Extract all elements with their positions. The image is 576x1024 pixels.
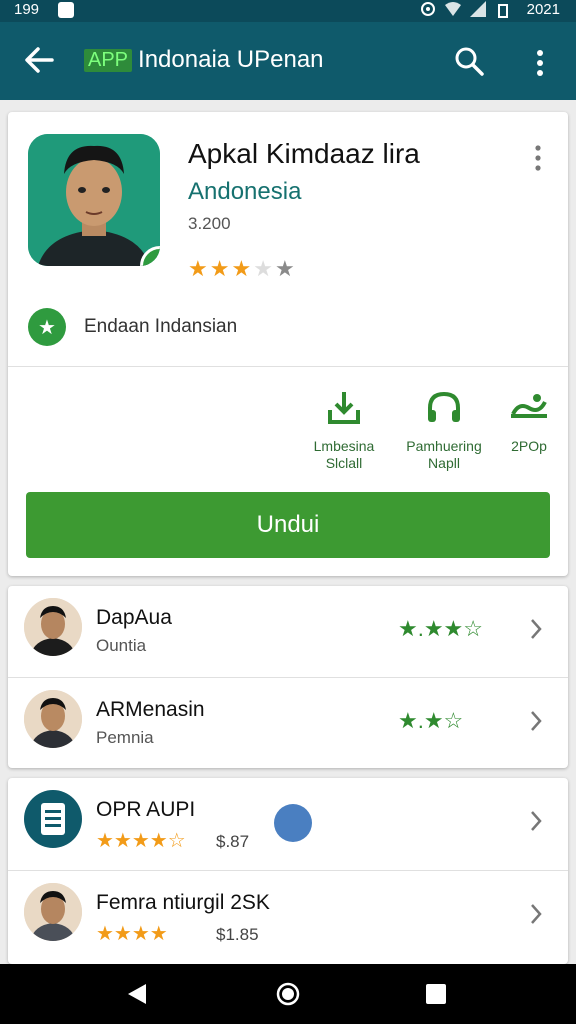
back-arrow-icon[interactable]: [22, 40, 56, 80]
wifi-icon: [445, 2, 461, 16]
document-glyph-icon: [41, 803, 65, 835]
star-icon: ★: [231, 256, 252, 281]
list-item-subtitle: Ountia: [96, 636, 147, 655]
list-item-title: Femra ntiurgil 2SK: [96, 891, 270, 914]
list-item-rating: ★.★☆: [398, 708, 464, 733]
signal-icon: [470, 1, 486, 17]
list-item-title: OPR AUPI: [96, 798, 196, 821]
app-bar: APP Indonaia UPenan: [0, 22, 576, 100]
list-item[interactable]: Femra ntiurgil 2SK ★★★★ $1.85: [8, 870, 568, 960]
list-item-rating: ★★★★: [96, 923, 168, 945]
app-thumbnail-icon: [274, 804, 312, 842]
sync-icon: [421, 2, 435, 16]
category-row[interactable]: ★ Endaan Indansian: [28, 308, 237, 346]
star-badge-icon: ★: [28, 308, 66, 346]
battery-icon: [498, 4, 508, 18]
app-bar-title: APP Indonaia UPenan: [84, 46, 324, 74]
star-empty-icon: ★: [274, 256, 295, 281]
sync-link-icon: [511, 394, 547, 418]
app-rating-stars: ★ ★ ★ ★ ★: [188, 256, 295, 282]
list-item-price: $1.85: [216, 925, 259, 944]
system-nav-bar: [0, 964, 576, 1024]
star-empty-icon: ★: [253, 256, 273, 281]
status-bar: 199 2021: [0, 0, 576, 22]
chevron-right-icon: [531, 811, 542, 831]
nav-home-icon[interactable]: [276, 982, 300, 1006]
nav-back-icon[interactable]: [126, 982, 148, 1006]
chevron-right-icon: [531, 904, 542, 924]
list-item-title: ARMenasin: [96, 698, 205, 721]
status-time: 199: [14, 1, 40, 18]
feature-label-line1: 2POp: [511, 438, 547, 454]
list-item-rating: ★.★★☆: [398, 616, 484, 641]
list-item[interactable]: ARMenasin Pemnia ★.★☆: [8, 677, 568, 767]
more-vert-icon[interactable]: [528, 46, 552, 80]
star-icon: ★: [188, 256, 208, 281]
list-item-subtitle: Pemnia: [96, 728, 154, 747]
status-icons: [420, 1, 486, 17]
chevron-right-icon: [531, 619, 542, 639]
app-developer-link[interactable]: Andonesia: [188, 178, 301, 206]
person-avatar-icon: [24, 883, 82, 941]
app-title: Apkal Kimdaaz lira: [188, 138, 420, 169]
avatar: [24, 690, 82, 748]
avatar: [24, 598, 82, 656]
search-icon[interactable]: [452, 44, 486, 78]
app-bar-title-text: Indonaia UPenan: [138, 46, 324, 73]
related-list-card-1: DapAua Ountia ★.★★☆ ARMenasin Pemnia ★.★…: [8, 586, 568, 768]
app-detail-card: Apkal Kimdaaz lira Andonesia 3.200 ★ ★ ★…: [8, 112, 568, 576]
app-download-count: 3.200: [188, 214, 231, 233]
headset-icon: [428, 391, 460, 422]
status-right-time: 2021: [526, 1, 560, 18]
notification-icon: [58, 2, 74, 18]
related-list-card-2: OPR AUPI ★★★★☆ $.87 Femra ntiurgil 2SK ★…: [8, 778, 568, 964]
list-item-price: $.87: [216, 832, 250, 851]
person-avatar-icon: [24, 690, 82, 748]
feature-sync[interactable]: 2POp: [504, 388, 554, 455]
chevron-right-icon: [531, 711, 542, 731]
feature-download[interactable]: Lmbesina Slclall: [304, 388, 384, 472]
app-badge: APP: [84, 48, 133, 72]
feature-label-line2: Slclall: [325, 455, 363, 471]
person-portrait-icon: [28, 134, 160, 266]
download-tray-icon: [328, 392, 360, 424]
app-icon[interactable]: [28, 134, 160, 266]
person-avatar-icon: [24, 598, 82, 656]
feature-label-line1: Pamhuering: [406, 438, 482, 454]
list-item[interactable]: DapAua Ountia ★.★★☆: [8, 586, 568, 676]
avatar: [24, 883, 82, 941]
install-button[interactable]: Undui: [26, 492, 550, 558]
divider: [8, 366, 568, 367]
feature-headset[interactable]: Pamhuering Napll: [396, 388, 492, 472]
feature-label-line1: Lmbesina: [313, 438, 375, 454]
list-item-title: DapAua: [96, 606, 172, 629]
list-item-rating: ★★★★☆: [96, 830, 186, 852]
feature-label-line2: Napll: [428, 455, 460, 471]
category-label: Endaan Indansian: [84, 316, 238, 337]
nav-recents-icon[interactable]: [426, 984, 446, 1004]
star-icon: ★: [209, 256, 230, 281]
list-item[interactable]: OPR AUPI ★★★★☆ $.87: [8, 778, 568, 868]
card-more-vert-icon[interactable]: [528, 142, 548, 174]
document-icon: [24, 790, 82, 848]
